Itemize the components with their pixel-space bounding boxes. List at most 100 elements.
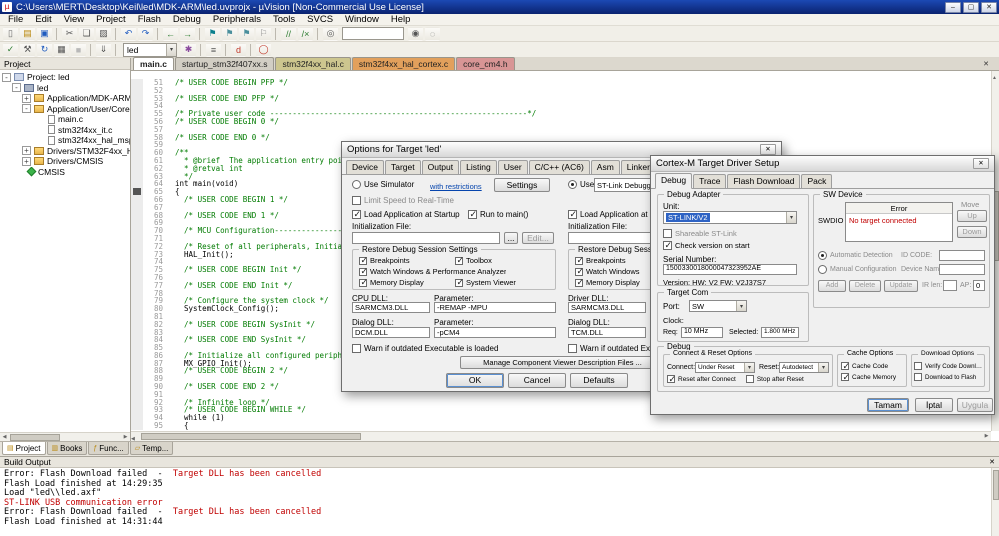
check-version-checkbox[interactable]: Check version on start	[663, 241, 750, 250]
maximize-button[interactable]: ▢	[963, 2, 979, 13]
move-up-button[interactable]: Up	[957, 210, 987, 222]
bookmark-toggle-icon[interactable]: ⚑	[205, 27, 220, 41]
shareable-stlink-checkbox[interactable]: Shareable ST-Link	[663, 229, 737, 238]
manage-component-viewer-button[interactable]: Manage Component Viewer Description File…	[460, 356, 665, 369]
toolbar-separator[interactable]	[317, 28, 319, 40]
edit-button-left[interactable]: Edit...	[522, 232, 554, 244]
panel-tab[interactable]: ƒ Func...	[88, 442, 128, 455]
id-code-input[interactable]	[939, 250, 985, 261]
menu-item[interactable]: SVCS	[301, 14, 339, 25]
checkbox-option[interactable]: Download to Flash	[914, 373, 984, 381]
start-debug-session-icon[interactable]: d	[231, 43, 246, 57]
menu-item[interactable]: View	[58, 14, 90, 25]
panel-tab[interactable]: ▥ Books	[47, 442, 88, 455]
menu-item[interactable]: Peripherals	[207, 14, 267, 25]
checkbox-option[interactable]: Watch Windows & Performance Analyzer	[359, 267, 551, 276]
batch-build-icon[interactable]: ▦	[54, 43, 69, 57]
editor-tab[interactable]: core_cm4.h	[456, 57, 514, 70]
incremental-find-icon[interactable]: ◌	[425, 27, 440, 41]
cut-icon[interactable]: ✂	[62, 27, 77, 41]
toolbar-separator[interactable]	[56, 28, 58, 40]
toolbar-separator[interactable]	[90, 44, 92, 56]
tree-item[interactable]: + Drivers/CMSIS	[0, 156, 130, 167]
tree-item[interactable]: main.c	[0, 114, 130, 125]
add-button[interactable]: Add	[818, 280, 846, 292]
apply-button[interactable]: Uygula	[957, 398, 993, 412]
dialog-tab[interactable]: Flash Download	[727, 174, 800, 189]
editor-tab[interactable]: startup_stm32f407xx.s	[175, 57, 275, 70]
unit-combo[interactable]: ST-LINK/V2 ▾	[663, 211, 797, 224]
new-file-icon[interactable]: ▯	[3, 27, 18, 41]
tree-expander[interactable]: -	[12, 83, 21, 92]
reset-combo[interactable]: Autodetect ▾	[779, 362, 829, 373]
browse-button-left[interactable]: ...	[504, 232, 518, 244]
tree-expander[interactable]: -	[22, 104, 31, 113]
ap-input[interactable]: 0	[973, 280, 985, 291]
bookmark-prev-icon[interactable]: ⚑	[222, 27, 237, 41]
checkbox-option[interactable]: Stop after Reset	[746, 375, 804, 383]
dialog-tab[interactable]: Asm	[591, 160, 620, 175]
tree-item[interactable]: - Application/User/Core	[0, 104, 130, 115]
checkbox-option[interactable]: Breakpoints	[359, 256, 455, 265]
cpu-dll-input[interactable]: SARMCM3.DLL	[352, 302, 430, 313]
close-button[interactable]: ✕	[981, 2, 997, 13]
scroll-right-icon[interactable]: ▶	[982, 432, 991, 441]
menu-item[interactable]: Flash	[132, 14, 167, 25]
tree-expander[interactable]: +	[22, 146, 31, 155]
close-icon[interactable]: ✕	[760, 144, 776, 155]
rebuild-all-icon[interactable]: ↻	[37, 43, 52, 57]
dialog-tab[interactable]: C/C++ (AC6)	[529, 160, 590, 175]
target-select-combo[interactable]: led ▾	[123, 43, 177, 57]
checkbox-option[interactable]: Verify Code Download	[914, 362, 984, 370]
minimize-button[interactable]: –	[945, 2, 961, 13]
menu-item[interactable]: Project	[90, 14, 132, 25]
tree-expander[interactable]	[36, 115, 45, 124]
warn-outdated-checkbox-left[interactable]: Warn if outdated Executable is loaded	[352, 344, 498, 353]
options-for-target-icon[interactable]: ✱	[181, 43, 196, 57]
file-extensions-icon[interactable]: ≡	[206, 43, 221, 57]
close-icon[interactable]: ✕	[989, 457, 995, 467]
tree-item[interactable]: + Application/MDK-ARM	[0, 93, 130, 104]
toolbar-separator[interactable]	[275, 28, 277, 40]
toolbar-separator[interactable]	[157, 28, 159, 40]
checkbox-option[interactable]: Reset after Connect	[667, 375, 736, 383]
project-hscrollbar[interactable]: ◀ ▶	[0, 432, 130, 441]
close-icon[interactable]: ✕	[973, 158, 989, 169]
tree-item[interactable]: - Project: led	[0, 72, 130, 83]
menu-item[interactable]: File	[2, 14, 29, 25]
dialog-tab[interactable]: Trace	[693, 174, 726, 189]
toolbar-separator[interactable]	[115, 28, 117, 40]
with-restrictions-link[interactable]: with restrictions	[430, 182, 482, 191]
tree-item[interactable]: stm32f4xx_it.c	[0, 125, 130, 136]
dialog-dll-input-right[interactable]: TCM.DLL	[568, 327, 646, 338]
use-simulator-radio[interactable]: Use Simulator	[352, 180, 414, 189]
navigate-forward-icon[interactable]: →	[180, 27, 195, 41]
connect-combo[interactable]: Under Reset ▾	[695, 362, 755, 373]
find-combo[interactable]	[342, 27, 404, 40]
dialog-tab[interactable]: Listing	[460, 160, 497, 175]
editor-tab[interactable]: stm32f4xx_hal_cortex.c	[352, 57, 455, 70]
panel-tab[interactable]: ▱ Temp...	[130, 442, 174, 455]
navigate-back-icon[interactable]: ←	[163, 27, 178, 41]
ok-button[interactable]: OK	[446, 373, 504, 388]
find-in-files-icon[interactable]: ◎	[323, 27, 338, 41]
stop-build-icon[interactable]: ■	[71, 43, 86, 57]
toolbar-separator[interactable]	[225, 44, 227, 56]
tree-expander[interactable]	[36, 136, 45, 145]
paste-icon[interactable]: ▨	[96, 27, 111, 41]
update-button[interactable]: Update	[884, 280, 918, 292]
bookmark-clear-icon[interactable]: ⚐	[256, 27, 271, 41]
run-to-main-checkbox-left[interactable]: Run to main()	[468, 210, 528, 219]
open-file-icon[interactable]: ▤	[20, 27, 35, 41]
simulator-settings-button[interactable]: Settings	[494, 178, 550, 192]
tree-expander[interactable]	[14, 167, 23, 176]
editor-tab[interactable]: main.c	[133, 57, 174, 70]
tree-item[interactable]: - led	[0, 83, 130, 94]
tree-item[interactable]: stm32f4xx_hal_msp.c	[0, 135, 130, 146]
editor-hscrollbar[interactable]: ◀ ▶	[131, 431, 991, 441]
delete-button[interactable]: Delete	[849, 280, 881, 292]
uncomment-icon[interactable]: /×	[298, 27, 313, 41]
tree-expander[interactable]	[36, 125, 45, 134]
dialog-tab[interactable]: Output	[422, 160, 460, 175]
checkbox-option[interactable]: Toolbox	[455, 256, 551, 265]
